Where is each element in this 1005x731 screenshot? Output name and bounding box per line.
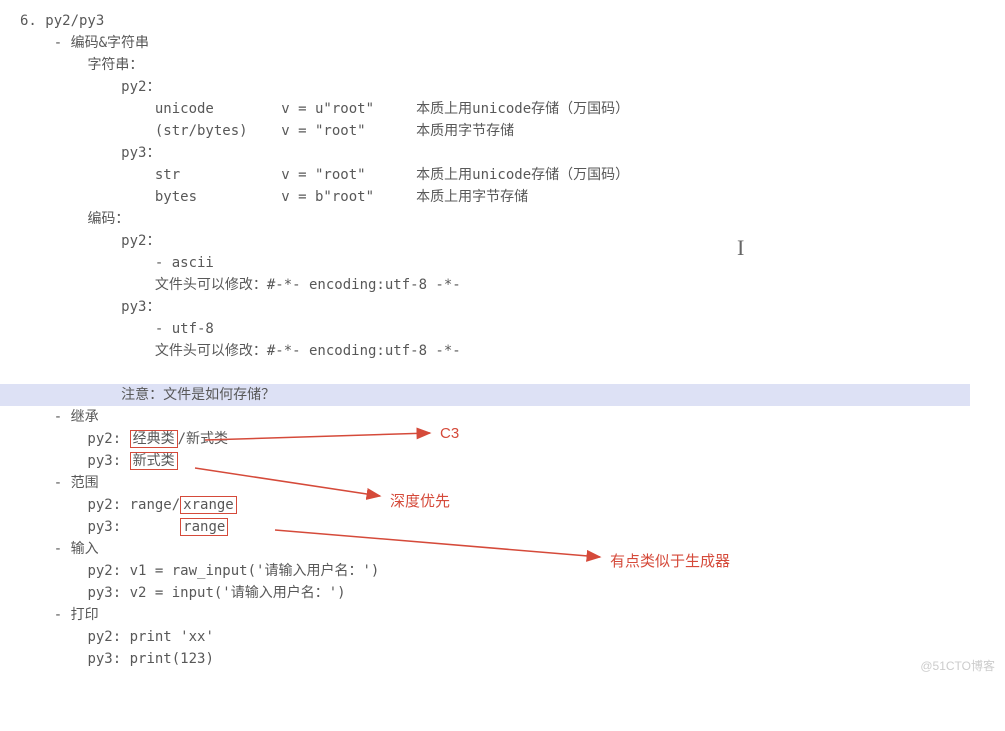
row-str: str v = "root" 本质上用unicode存储（万国码） (20, 164, 995, 186)
ascii-item: - ascii (20, 252, 995, 274)
range-py3: py3: range (20, 516, 995, 538)
section-encoding: - 编码&字符串 (20, 32, 995, 54)
print-py2: py2: print 'xx' (20, 626, 995, 648)
annotation-generator: 有点类似于生成器 (610, 550, 730, 571)
print-py3: py3: print(123) (20, 648, 995, 670)
range-py2: py2: range/xrange (20, 494, 995, 516)
input-py3: py3: v2 = input('请输入用户名：') (20, 582, 995, 604)
section-range: - 范围 (20, 472, 995, 494)
heading-title: 6. py2/py3 (20, 10, 995, 32)
section-inherit: - 继承 (20, 406, 995, 428)
section-print: - 打印 (20, 604, 995, 626)
row-strbytes: (str/bytes) v = "root" 本质用字节存储 (20, 120, 995, 142)
annotation-depth: 深度优先 (390, 490, 450, 511)
annotation-c3: C3 (440, 425, 459, 442)
string-header: 字符串： (20, 54, 995, 76)
row-unicode: unicode v = u"root" 本质上用unicode存储（万国码） (20, 98, 995, 120)
py3-label-1: py3： (20, 142, 995, 164)
box-newstyle: 新式类 (130, 452, 178, 470)
utf8-item: - utf-8 (20, 318, 995, 340)
py2-label-2: py2： (20, 230, 995, 252)
row-bytes: bytes v = b"root" 本质上用字节存储 (20, 186, 995, 208)
py3-label-2: py3： (20, 296, 995, 318)
encoding-header: 编码： (20, 208, 995, 230)
note-highlight: 注意：文件是如何存储？ (0, 384, 970, 406)
box-xrange: xrange (180, 496, 237, 514)
box-classic: 经典类 (130, 430, 178, 448)
inherit-py2: py2: 经典类/新式类 (20, 428, 995, 450)
input-py2: py2: v1 = raw_input('请输入用户名：') (20, 560, 995, 582)
section-input: - 输入 (20, 538, 995, 560)
box-range: range (180, 518, 228, 536)
blank-line (20, 362, 995, 384)
py2-label-1: py2： (20, 76, 995, 98)
text-cursor-icon: I (737, 235, 744, 261)
inherit-py3: py3: 新式类 (20, 450, 995, 472)
filehead-py2: 文件头可以修改：#-*- encoding:utf-8 -*- (20, 274, 995, 296)
filehead-py3: 文件头可以修改：#-*- encoding:utf-8 -*- (20, 340, 995, 362)
watermark-text: @51CTO博客 (920, 657, 995, 674)
